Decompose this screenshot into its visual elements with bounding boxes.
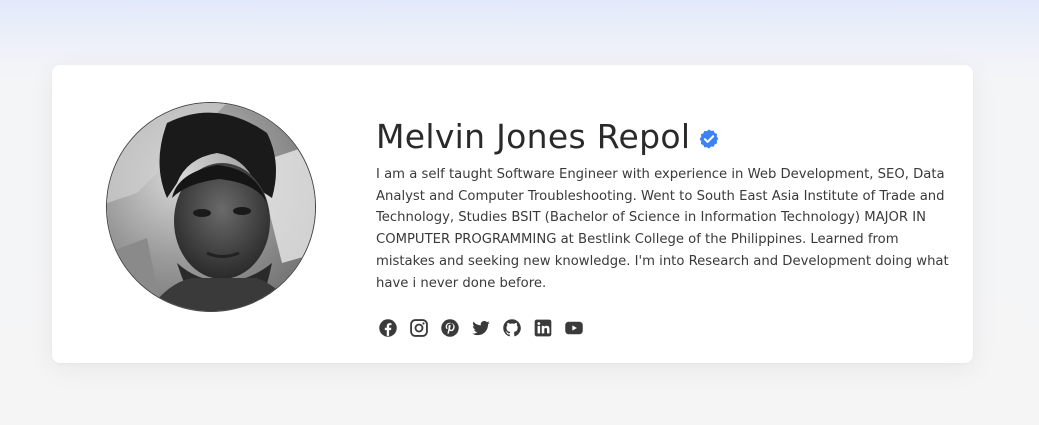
pinterest-icon[interactable] — [440, 318, 460, 338]
social-links — [378, 318, 584, 338]
youtube-icon[interactable] — [564, 318, 584, 338]
profile-card: Melvin Jones Repol I am a self taught So… — [52, 65, 973, 363]
profile-name: Melvin Jones Repol — [376, 117, 691, 156]
profile-bio: I am a self taught Software Engineer wit… — [376, 167, 949, 291]
instagram-icon[interactable] — [409, 318, 429, 338]
twitter-icon[interactable] — [471, 318, 491, 338]
facebook-icon[interactable] — [378, 318, 398, 338]
linkedin-icon[interactable] — [533, 318, 553, 338]
avatar — [106, 102, 316, 312]
github-icon[interactable] — [502, 318, 522, 338]
name-row: Melvin Jones Repol — [376, 117, 720, 157]
verified-badge-icon — [698, 128, 720, 150]
